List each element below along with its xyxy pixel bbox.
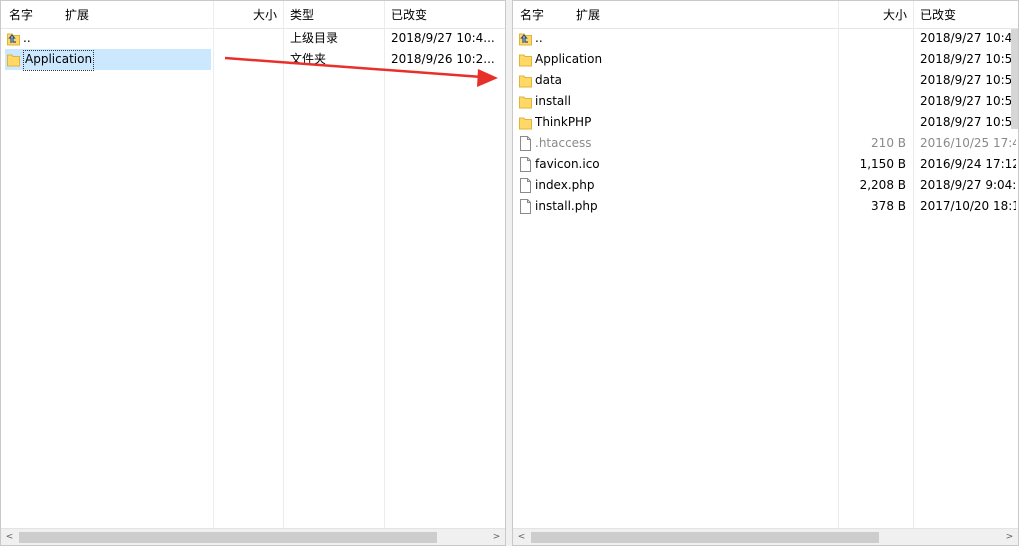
file-name: .htaccess bbox=[535, 136, 592, 150]
column-header-modified[interactable]: 已改变 bbox=[920, 1, 956, 29]
file-name: favicon.ico bbox=[535, 157, 600, 171]
scroll-thumb[interactable] bbox=[531, 532, 879, 543]
file-size: 210 B bbox=[871, 136, 906, 150]
right-column-header: 名字 扩展 ^ 大小 已改变 bbox=[513, 1, 1018, 29]
file-modified: 2018/9/27 10:54: bbox=[920, 73, 1016, 87]
file-name: index.php bbox=[535, 178, 595, 192]
file-modified: 2018/9/27 10:53: bbox=[920, 52, 1016, 66]
file-name: Application bbox=[23, 50, 95, 71]
file-list-row[interactable]: ThinkPHP 2018/9/27 10:54: bbox=[513, 112, 1018, 133]
file-list-row[interactable]: .. 上级目录 2018/9/27 10:4... bbox=[1, 28, 505, 49]
file-modified: 2018/9/27 10:48: bbox=[920, 31, 1016, 45]
scroll-thumb[interactable] bbox=[19, 532, 437, 543]
file-modified: 2017/10/20 18:1: bbox=[920, 199, 1016, 213]
column-header-extension[interactable]: 扩展 bbox=[576, 1, 600, 29]
file-size: 2,208 B bbox=[859, 178, 906, 192]
file-size bbox=[214, 49, 276, 70]
file-size bbox=[839, 28, 906, 49]
file-modified: 2016/9/24 17:12: bbox=[920, 157, 1016, 171]
file-size: 1,150 B bbox=[859, 157, 906, 171]
file-name: .. bbox=[23, 31, 31, 45]
file-list-row[interactable]: .htaccess 210 B 2016/10/25 17:4: bbox=[513, 133, 1018, 154]
right-horizontal-scrollbar[interactable]: < > bbox=[513, 528, 1018, 545]
file-icon bbox=[519, 199, 532, 214]
file-size: 378 B bbox=[871, 199, 906, 213]
sort-ascending-icon: ^ bbox=[330, 0, 340, 8]
file-icon bbox=[519, 136, 532, 151]
file-list-row[interactable]: favicon.ico 1,150 B 2016/9/24 17:12: bbox=[513, 154, 1018, 175]
column-separator bbox=[213, 1, 214, 529]
file-size bbox=[839, 70, 906, 91]
column-header-type[interactable]: 类型 bbox=[290, 1, 314, 29]
column-header-name[interactable]: 名字 bbox=[520, 1, 544, 29]
file-list-row[interactable]: install 2018/9/27 10:54: bbox=[513, 91, 1018, 112]
column-header-modified[interactable]: 已改变 bbox=[391, 1, 427, 29]
file-name: install.php bbox=[535, 199, 598, 213]
file-size bbox=[839, 91, 906, 112]
file-size bbox=[839, 112, 906, 133]
column-header-name[interactable]: 名字 bbox=[9, 1, 33, 29]
file-list-row[interactable]: data 2018/9/27 10:54: bbox=[513, 70, 1018, 91]
column-separator bbox=[283, 1, 284, 529]
scroll-left-button[interactable]: < bbox=[1, 529, 18, 545]
file-list-row[interactable]: install.php 378 B 2017/10/20 18:1: bbox=[513, 196, 1018, 217]
sort-ascending-icon: ^ bbox=[671, 0, 681, 8]
left-file-pane[interactable]: 名字 扩展 大小 类型 ^ 已改变 .. 上级目录 2018/9/27 10:4..… bbox=[0, 0, 506, 546]
right-file-pane[interactable]: 名字 扩展 ^ 大小 已改变 .. 2018/9/27 10:48: Applica… bbox=[512, 0, 1019, 546]
column-separator bbox=[384, 1, 385, 529]
folder-icon bbox=[519, 115, 532, 130]
column-header-size[interactable]: 大小 bbox=[253, 1, 277, 29]
file-list-row[interactable]: Application 文件夹 2018/9/26 10:2... bbox=[1, 49, 505, 71]
file-modified: 2016/10/25 17:4: bbox=[920, 136, 1016, 150]
folder-icon bbox=[519, 94, 532, 109]
file-icon bbox=[519, 178, 532, 193]
file-modified: 2018/9/27 10:4... bbox=[391, 31, 495, 45]
left-horizontal-scrollbar[interactable]: < > bbox=[1, 528, 505, 545]
file-list-row[interactable]: .. 2018/9/27 10:48: bbox=[513, 28, 1018, 49]
file-name: ThinkPHP bbox=[535, 115, 592, 129]
file-name: .. bbox=[535, 31, 543, 45]
file-icon bbox=[519, 157, 532, 172]
file-list-row[interactable]: index.php 2,208 B 2018/9/27 9:04:4 bbox=[513, 175, 1018, 196]
parent-dir-icon bbox=[7, 31, 20, 46]
scroll-right-button[interactable]: > bbox=[1001, 529, 1018, 545]
file-size bbox=[214, 28, 276, 49]
column-header-extension[interactable]: 扩展 bbox=[65, 1, 89, 29]
file-type: 上级目录 bbox=[290, 31, 339, 45]
file-name: install bbox=[535, 94, 571, 108]
folder-icon bbox=[519, 52, 532, 67]
right-vertical-scrollbar[interactable] bbox=[1011, 29, 1018, 129]
left-column-header: 名字 扩展 大小 类型 ^ 已改变 bbox=[1, 1, 505, 29]
scroll-right-button[interactable]: > bbox=[488, 529, 505, 545]
folder-icon bbox=[519, 73, 532, 88]
file-name: data bbox=[535, 73, 563, 87]
file-modified: 2018/9/27 9:04:4 bbox=[920, 178, 1016, 192]
folder-icon bbox=[7, 52, 20, 67]
file-size bbox=[839, 49, 906, 70]
scroll-left-button[interactable]: < bbox=[513, 529, 530, 545]
parent-dir-icon bbox=[519, 31, 532, 46]
file-modified: 2018/9/26 10:2... bbox=[391, 52, 495, 66]
file-modified: 2018/9/27 10:54: bbox=[920, 94, 1016, 108]
file-name: Application bbox=[535, 52, 603, 66]
column-header-size[interactable]: 大小 bbox=[883, 1, 907, 29]
file-list-row[interactable]: Application 2018/9/27 10:53: bbox=[513, 49, 1018, 70]
file-modified: 2018/9/27 10:54: bbox=[920, 115, 1016, 129]
file-type: 文件夹 bbox=[290, 52, 327, 66]
